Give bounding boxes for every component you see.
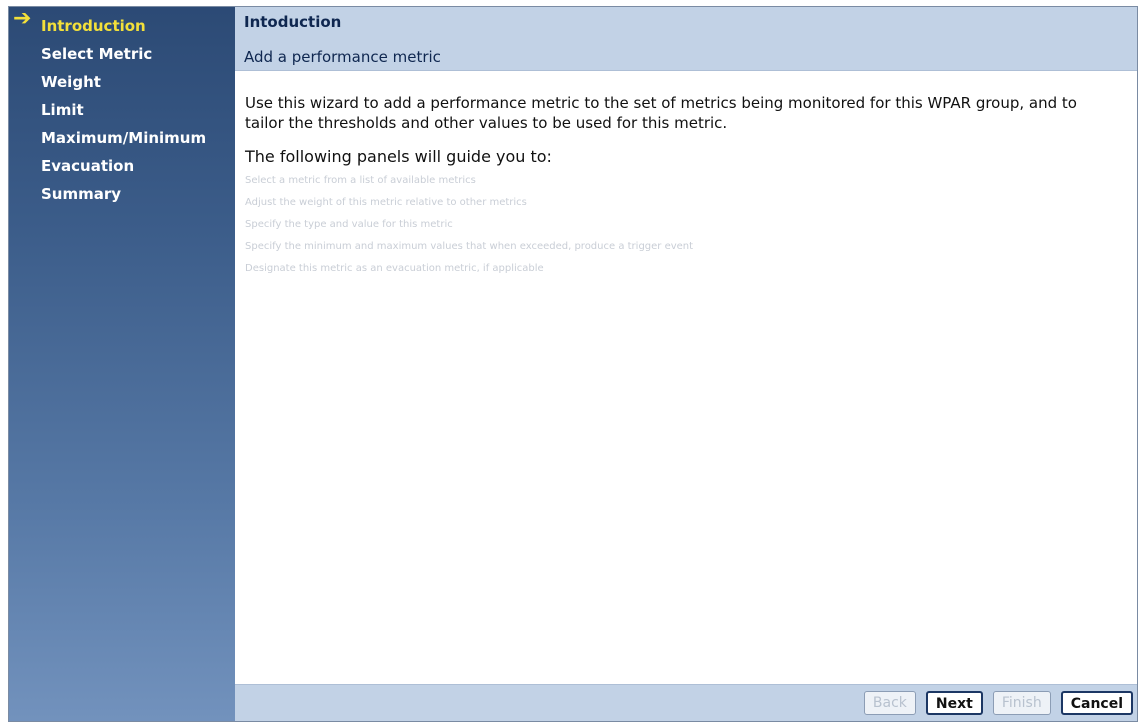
nav-item-summary[interactable]: Summary [9,181,235,209]
arrow-right-icon: ➔ [13,6,32,31]
panel-content: Use this wizard to add a performance met… [235,71,1137,280]
nav-item-evacuation[interactable]: Evacuation [9,153,235,181]
list-item: Specify the minimum and maximum values t… [245,241,694,252]
nav-item-label: Maximum/Minimum [41,129,207,147]
nav-item-label: Weight [41,73,101,91]
cancel-button[interactable]: Cancel [1060,691,1133,715]
guide-heading: The following panels will guide you to: [245,147,552,166]
next-button[interactable]: Next [925,691,983,715]
page-title: Intoduction [244,13,342,31]
list-item: Select a metric from a list of available… [245,175,476,186]
list-item: Specify the type and value for this metr… [245,219,453,230]
nav-item-label: Introduction [41,17,146,35]
back-button[interactable]: Back [863,691,916,715]
nav-item-label: Limit [41,101,84,119]
wizard-window: ➔ Introduction Select Metric Weight Limi… [8,6,1138,722]
nav-item-label: Summary [41,185,122,203]
steps-list: Select a metric from a list of available… [245,170,1137,280]
nav-item-label: Evacuation [41,157,135,175]
nav-item-limit[interactable]: Limit [9,97,235,125]
nav-item-weight[interactable]: Weight [9,69,235,97]
nav-item-select-metric[interactable]: Select Metric [9,41,235,69]
nav-item-maximum-minimum[interactable]: Maximum/Minimum [9,125,235,153]
panel-header: Intoduction Add a performance metric [235,7,1137,71]
page-subtitle: Add a performance metric [244,48,441,66]
intro-text: Use this wizard to add a performance met… [245,94,1077,132]
list-item: Designate this metric as an evacuation m… [245,263,544,274]
button-bar: Back Next Finish Cancel [235,684,1137,721]
wizard-panel: Intoduction Add a performance metric Use… [235,7,1137,721]
wizard-steps-sidebar: ➔ Introduction Select Metric Weight Limi… [9,6,235,721]
nav-item-introduction[interactable]: ➔ Introduction [9,6,235,41]
nav-item-label: Select Metric [41,45,153,63]
finish-button[interactable]: Finish [992,691,1051,715]
list-item: Adjust the weight of this metric relativ… [245,197,527,208]
